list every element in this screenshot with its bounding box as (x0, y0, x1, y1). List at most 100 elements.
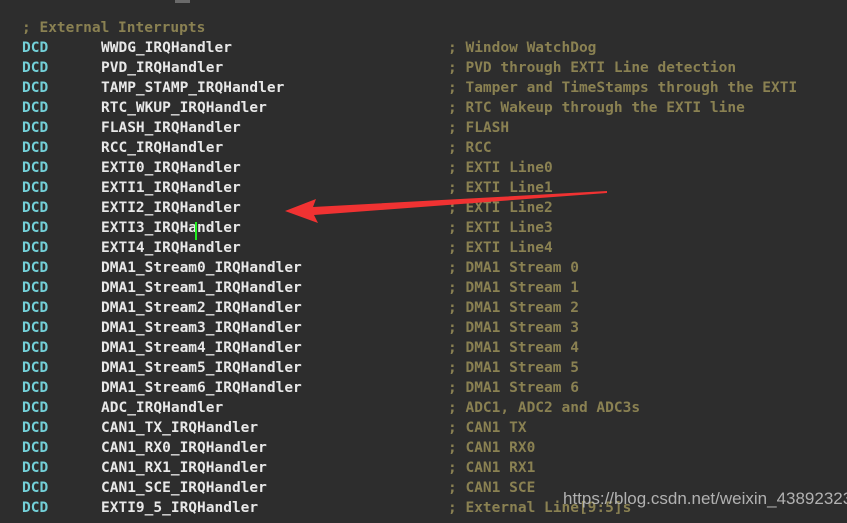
comment-text: ; DMA1 Stream 1 (448, 280, 579, 296)
code-line[interactable]: DCD DMA1_Stream3_IRQHandler ; DMA1 Stream … (0, 318, 847, 338)
code-line[interactable]: DCD CAN1_TX_IRQHandler ; CAN1 TX (0, 418, 847, 438)
directive-keyword: DCD (22, 500, 49, 516)
directive-keyword: DCD (22, 40, 49, 56)
directive-keyword: DCD (22, 120, 49, 136)
code-line[interactable]: DCD ADC_IRQHandler ; ADC1, ADC2 and ADC3s (0, 398, 847, 418)
handler-symbol: EXTI2_IRQHandler (101, 200, 241, 216)
handler-symbol: EXTI0_IRQHandler (101, 160, 241, 176)
directive-keyword: DCD (22, 300, 49, 316)
directive-keyword: DCD (22, 380, 49, 396)
comment-text: ; EXTI Line2 (448, 200, 553, 216)
directive-keyword: DCD (22, 480, 49, 496)
comment-text: ; FLASH (448, 120, 510, 136)
handler-symbol: DMA1_Stream3_IRQHandler (101, 320, 302, 336)
code-line[interactable]: ; External Interrupts (0, 18, 847, 38)
directive-keyword: DCD (22, 340, 49, 356)
handler-symbol: FLASH_IRQHandler (101, 120, 241, 136)
handler-symbol: DMA1_Stream1_IRQHandler (101, 280, 302, 296)
comment-text: ; External Interrupts (22, 20, 206, 36)
comment-text: ; DMA1 Stream 5 (448, 360, 579, 376)
directive-keyword: DCD (22, 200, 49, 216)
code-line[interactable]: DCD WWDG_IRQHandler ; Window WatchDog (0, 38, 847, 58)
handler-symbol: RCC_IRQHandler (101, 140, 224, 156)
comment-text: ; CAN1 TX (448, 420, 527, 436)
code-line[interactable]: DCD CAN1_RX0_IRQHandler ; CAN1 RX0 (0, 438, 847, 458)
handler-symbol: EXTI3_IRQHandler (101, 220, 241, 236)
handler-symbol: CAN1_RX0_IRQHandler (101, 440, 267, 456)
comment-text: ; CAN1 SCE (448, 480, 536, 496)
code-line[interactable]: DCD EXTI3_IRQHandler ; EXTI Line3 (0, 218, 847, 238)
code-line[interactable]: DCD TAMP_STAMP_IRQHandler ; Tamper and Tim… (0, 78, 847, 98)
comment-text: ; DMA1 Stream 4 (448, 340, 579, 356)
comment-text: ; PVD through EXTI Line detection (448, 60, 737, 76)
comment-text: ; EXTI Line3 (448, 220, 553, 236)
directive-keyword: DCD (22, 180, 49, 196)
code-line[interactable]: DCD FLASH_IRQHandler ; FLASH (0, 118, 847, 138)
code-line[interactable]: DCD DMA1_Stream6_IRQHandler ; DMA1 Stream … (0, 378, 847, 398)
comment-text: ; DMA1 Stream 0 (448, 260, 579, 276)
directive-keyword: DCD (22, 80, 49, 96)
handler-symbol: DMA1_Stream0_IRQHandler (101, 260, 302, 276)
directive-keyword: DCD (22, 460, 49, 476)
comment-text: ; DMA1 Stream 3 (448, 320, 579, 336)
comment-text: ; EXTI Line4 (448, 240, 553, 256)
directive-keyword: DCD (22, 240, 49, 256)
comment-text: ; Tamper and TimeStamps through the EXTI (448, 80, 798, 96)
comment-text: ; CAN1 RX1 (448, 460, 536, 476)
assembly-code-listing[interactable]: ; External Interrupts DCD WWDG_IRQHandler;… (0, 18, 847, 518)
handler-symbol: EXTI9_5_IRQHandler (101, 500, 259, 516)
directive-keyword: DCD (22, 420, 49, 436)
code-line[interactable]: DCD EXTI1_IRQHandler ; EXTI Line1 (0, 178, 847, 198)
handler-symbol: CAN1_SCE_IRQHandler (101, 480, 267, 496)
directive-keyword: DCD (22, 440, 49, 456)
code-line[interactable]: DCD EXTI4_IRQHandler ; EXTI Line4 (0, 238, 847, 258)
code-line[interactable]: DCD CAN1_RX1_IRQHandler ; CAN1 RX1 (0, 458, 847, 478)
handler-symbol: DMA1_Stream6_IRQHandler (101, 380, 302, 396)
directive-keyword: DCD (22, 400, 49, 416)
handler-symbol: DMA1_Stream2_IRQHandler (101, 300, 302, 316)
code-line[interactable]: DCD EXTI2_IRQHandler ; EXTI Line2 (0, 198, 847, 218)
text-caret (195, 222, 197, 240)
comment-text: ; DMA1 Stream 2 (448, 300, 579, 316)
code-line[interactable]: DCD EXTI0_IRQHandler ; EXTI Line0 (0, 158, 847, 178)
handler-symbol: DMA1_Stream5_IRQHandler (101, 360, 302, 376)
code-line[interactable]: DCD RCC_IRQHandler ; RCC (0, 138, 847, 158)
directive-keyword: DCD (22, 140, 49, 156)
handler-symbol: ADC_IRQHandler (101, 400, 224, 416)
handler-symbol: CAN1_RX1_IRQHandler (101, 460, 267, 476)
comment-text: ; DMA1 Stream 6 (448, 380, 579, 396)
code-line[interactable]: DCD DMA1_Stream0_IRQHandler ; DMA1 Stream … (0, 258, 847, 278)
code-line[interactable]: DCD DMA1_Stream1_IRQHandler ; DMA1 Stream … (0, 278, 847, 298)
comment-text: ; CAN1 RX0 (448, 440, 536, 456)
scrolled-glyph-artifact (175, 0, 190, 3)
comment-text: ; EXTI Line0 (448, 160, 553, 176)
directive-keyword: DCD (22, 220, 49, 236)
handler-symbol: RTC_WKUP_IRQHandler (101, 100, 267, 116)
comment-text: ; ADC1, ADC2 and ADC3s (448, 400, 641, 416)
directive-keyword: DCD (22, 320, 49, 336)
handler-symbol: DMA1_Stream4_IRQHandler (101, 340, 302, 356)
comment-text: ; RTC Wakeup through the EXTI line (448, 100, 745, 116)
code-line[interactable]: DCD DMA1_Stream5_IRQHandler ; DMA1 Stream … (0, 358, 847, 378)
code-line[interactable]: DCD RTC_WKUP_IRQHandler ; RTC Wakeup throu… (0, 98, 847, 118)
comment-text: ; Window WatchDog (448, 40, 597, 56)
code-editor-window: ; External Interrupts DCD WWDG_IRQHandler;… (0, 0, 847, 523)
code-line[interactable]: DCD PVD_IRQHandler ; PVD through EXTI Line… (0, 58, 847, 78)
directive-keyword: DCD (22, 260, 49, 276)
directive-keyword: DCD (22, 160, 49, 176)
directive-keyword: DCD (22, 360, 49, 376)
csdn-watermark: https://blog.csdn.net/weixin_43892323 (563, 489, 847, 508)
comment-text: ; RCC (448, 140, 492, 156)
directive-keyword: DCD (22, 60, 49, 76)
code-line[interactable]: DCD DMA1_Stream2_IRQHandler ; DMA1 Stream … (0, 298, 847, 318)
code-line[interactable]: DCD DMA1_Stream4_IRQHandler ; DMA1 Stream … (0, 338, 847, 358)
handler-symbol: CAN1_TX_IRQHandler (101, 420, 259, 436)
handler-symbol: EXTI1_IRQHandler (101, 180, 241, 196)
handler-symbol: TAMP_STAMP_IRQHandler (101, 80, 285, 96)
handler-symbol: WWDG_IRQHandler (101, 40, 232, 56)
handler-symbol: EXTI4_IRQHandler (101, 240, 241, 256)
handler-symbol: PVD_IRQHandler (101, 60, 224, 76)
comment-text: ; EXTI Line1 (448, 180, 553, 196)
directive-keyword: DCD (22, 280, 49, 296)
directive-keyword: DCD (22, 100, 49, 116)
